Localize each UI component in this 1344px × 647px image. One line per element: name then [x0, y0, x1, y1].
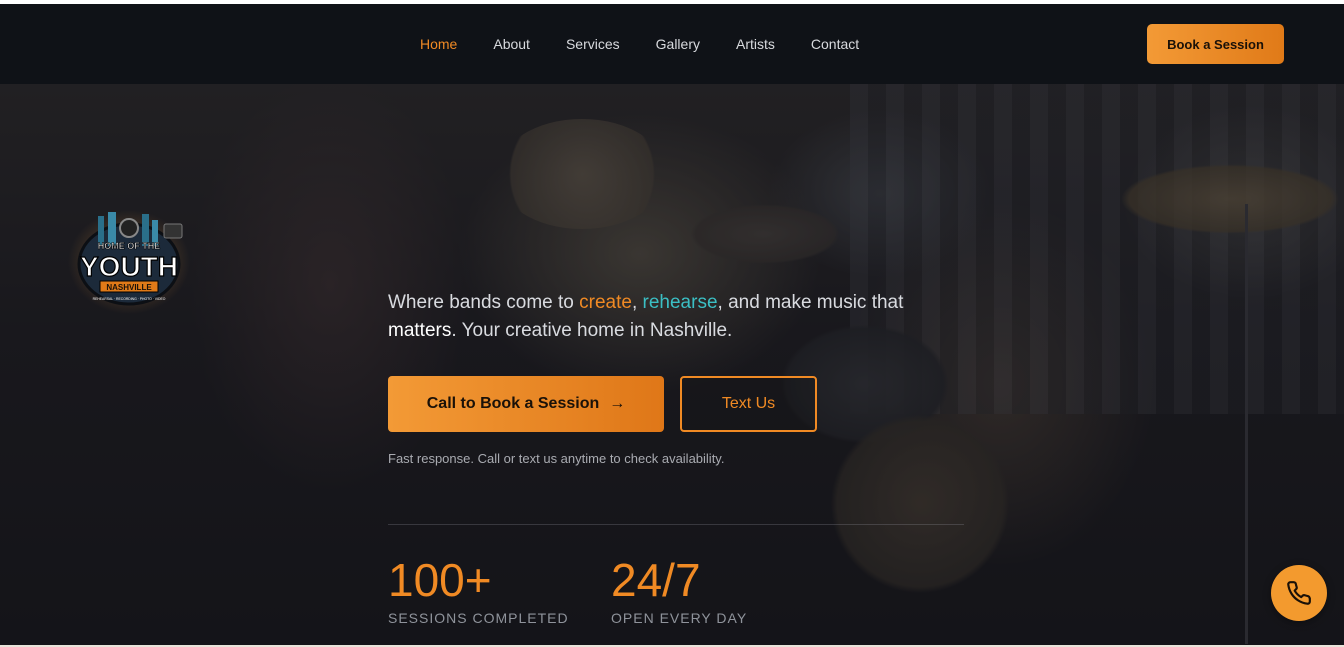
tagline-comma: ,: [631, 292, 643, 313]
nav-link-contact[interactable]: Contact: [793, 36, 877, 52]
tagline-text-2: , and make music that: [717, 292, 904, 313]
nav-link-artists[interactable]: Artists: [718, 36, 793, 52]
stat-open-label: OPEN EVERY DAY: [611, 610, 748, 626]
logo-line4: REHEARSAL · RECORDING · PHOTO · VIDEO: [93, 297, 166, 301]
hero-section: HOME OF THE YOUTH NASHVILLE REHEARSAL · …: [0, 84, 1344, 645]
text-us-button[interactable]: Text Us: [680, 376, 817, 432]
logo-line1: HOME OF THE: [98, 241, 161, 251]
nav-link-home[interactable]: Home: [402, 36, 475, 52]
stat-sessions-label: SESSIONS COMPLETED: [388, 610, 569, 626]
nav-link-services[interactable]: Services: [548, 36, 638, 52]
nav-link-gallery[interactable]: Gallery: [638, 36, 718, 52]
hero-tagline: Where bands come to create, rehearse, an…: [388, 289, 948, 345]
tagline-text-3: . Your creative home in Nashville.: [451, 320, 733, 341]
stat-sessions: 100+ SESSIONS COMPLETED: [388, 554, 569, 626]
availability-note: Fast response. Call or text us anytime t…: [388, 451, 725, 466]
tagline-create: create: [579, 292, 632, 313]
call-to-book-label: Call to Book a Session: [426, 395, 600, 412]
stat-open: 24/7 OPEN EVERY DAY: [611, 554, 747, 626]
nav-links: Home About Services Gallery Artists Cont…: [402, 4, 877, 84]
arrow-right-icon: →: [609, 395, 626, 412]
stat-sessions-value: 100+: [388, 554, 492, 606]
tagline-matters: matters: [388, 320, 452, 341]
tagline-rehearse: rehearse: [642, 292, 718, 313]
stats-divider: [388, 524, 964, 525]
logo-line3: NASHVILLE: [106, 283, 152, 292]
book-session-button[interactable]: Book a Session: [1147, 24, 1284, 64]
tagline-text-1: Where bands come to: [388, 292, 580, 313]
call-to-book-button[interactable]: Call to Book a Session →: [388, 376, 664, 432]
stat-open-value: 24/7: [611, 554, 701, 606]
logo-line2: YOUTH: [80, 251, 178, 282]
navbar: Home About Services Gallery Artists Cont…: [0, 4, 1344, 84]
phone-icon: [1287, 581, 1311, 605]
nav-link-about[interactable]: About: [475, 36, 548, 52]
phone-call-fab[interactable]: [1271, 565, 1327, 621]
studio-logo[interactable]: HOME OF THE YOUTH NASHVILLE REHEARSAL · …: [68, 204, 190, 314]
